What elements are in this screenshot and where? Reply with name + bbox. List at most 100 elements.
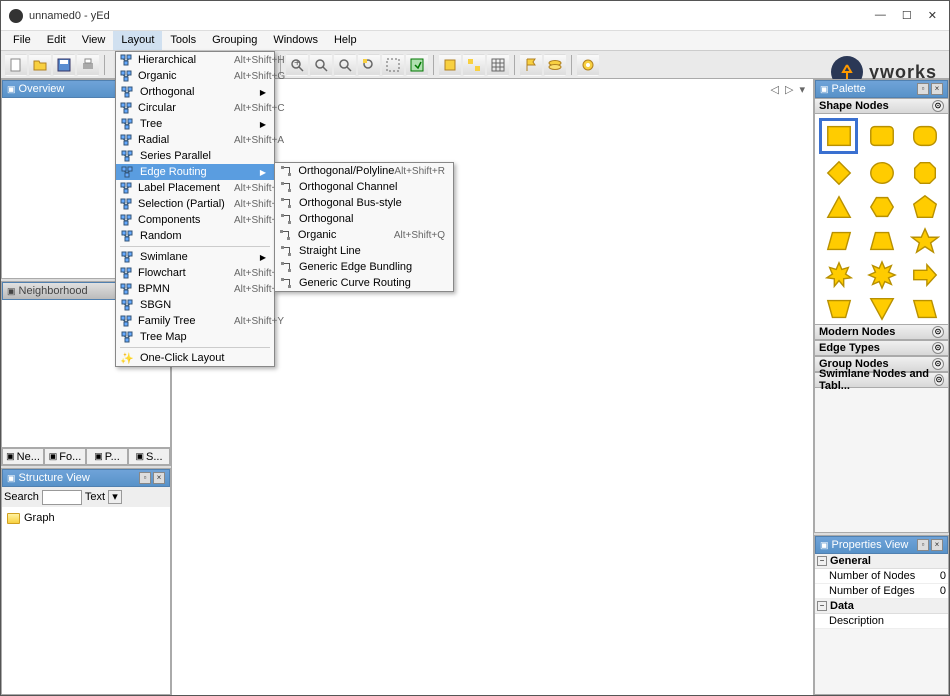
menu-item-tree-map[interactable]: Tree Map (116, 329, 274, 345)
tool-grid[interactable] (487, 54, 509, 76)
shape-roundrect2[interactable] (905, 118, 944, 154)
menu-item-sbgn[interactable]: SBGN (116, 297, 274, 313)
shape-star5[interactable] (905, 226, 944, 256)
palette-section-shape-nodes[interactable]: Shape Nodes⊙ (815, 98, 948, 114)
menu-item-one-click-layout[interactable]: ✨One-Click Layout (116, 350, 274, 366)
tab-s[interactable]: ▣ S... (128, 448, 170, 465)
palette-section-swimlane[interactable]: Swimlane Nodes and Tabl...⊙ (815, 372, 948, 388)
shape-rect[interactable] (819, 118, 858, 154)
zoom-out-button[interactable] (310, 54, 332, 76)
folder-icon (7, 513, 20, 524)
menu-item-label-placement[interactable]: Label PlacementAlt+Shift+L (116, 180, 274, 196)
menu-item-tree[interactable]: Tree▶ (116, 116, 274, 132)
submenu-item-generic-edge-bundling[interactable]: Generic Edge Bundling (275, 259, 453, 275)
menu-item-series-parallel[interactable]: Series Parallel (116, 148, 274, 164)
tool-flag[interactable] (520, 54, 542, 76)
prop-group-data[interactable]: −Data (815, 599, 948, 614)
shape-trapezoid2[interactable] (819, 294, 858, 324)
menu-windows[interactable]: Windows (265, 31, 326, 50)
maximize-button[interactable]: ☐ (902, 9, 912, 22)
palette-section-edges[interactable]: Edge Types⊙ (815, 340, 948, 356)
shape-roundrect[interactable] (862, 118, 901, 154)
new-button[interactable] (5, 54, 27, 76)
tab-ne[interactable]: ▣ Ne... (2, 448, 44, 465)
submenu-item-straight-line[interactable]: Straight Line (275, 243, 453, 259)
menu-view[interactable]: View (74, 31, 114, 50)
canvas-next[interactable]: ▷ (785, 83, 793, 96)
submenu-item-orthogonal-bus-style[interactable]: Orthogonal Bus-style (275, 195, 453, 211)
submenu-item-orthogonal-channel[interactable]: Orthogonal Channel (275, 179, 453, 195)
tab-fo[interactable]: ▣ Fo... (44, 448, 86, 465)
panel-dock-button[interactable]: ▫ (917, 83, 929, 95)
tree-root[interactable]: Graph (6, 511, 166, 525)
menu-item-bpmn[interactable]: BPMNAlt+Shift+B (116, 281, 274, 297)
panel-close-button[interactable]: × (931, 539, 943, 551)
shape-ellipse[interactable] (862, 158, 901, 188)
shape-star6[interactable] (819, 260, 858, 290)
minimize-button[interactable]: — (875, 9, 886, 22)
submenu-item-organic[interactable]: OrganicAlt+Shift+Q (275, 227, 453, 243)
menu-item-flowchart[interactable]: FlowchartAlt+Shift+F (116, 265, 274, 281)
submenu-item-orthogonal[interactable]: Orthogonal (275, 211, 453, 227)
shape-pentagon[interactable] (905, 192, 944, 222)
menu-help[interactable]: Help (326, 31, 365, 50)
shape-parallelogram2[interactable] (905, 294, 944, 324)
collapse-icon[interactable]: − (817, 601, 827, 611)
menu-grouping[interactable]: Grouping (204, 31, 265, 50)
menu-item-random[interactable]: Random (116, 228, 274, 244)
menu-item-selection-partial-[interactable]: Selection (Partial)Alt+Shift+P (116, 196, 274, 212)
prop-group-general[interactable]: −General (815, 554, 948, 569)
tab-p[interactable]: ▣ P... (86, 448, 128, 465)
shape-star8[interactable] (862, 260, 901, 290)
shape-diamond[interactable] (819, 158, 858, 188)
save-button[interactable] (53, 54, 75, 76)
layout-icon (120, 197, 132, 211)
panel-dock-button[interactable]: ▫ (917, 539, 929, 551)
menu-item-organic[interactable]: OrganicAlt+Shift+G (116, 68, 274, 84)
fit-button[interactable] (358, 54, 380, 76)
panel-close-button[interactable]: × (931, 83, 943, 95)
shape-triangle2[interactable] (862, 294, 901, 324)
local-zoom-button[interactable] (406, 54, 428, 76)
menu-item-radial[interactable]: RadialAlt+Shift+A (116, 132, 274, 148)
shape-hexagon[interactable] (862, 192, 901, 222)
zoom-reset-button[interactable] (334, 54, 356, 76)
menu-item-family-tree[interactable]: Family TreeAlt+Shift+Y (116, 313, 274, 329)
menu-file[interactable]: File (5, 31, 39, 50)
shape-triangle[interactable] (819, 192, 858, 222)
search-dropdown[interactable]: ▾ (108, 490, 122, 504)
tool-nodes[interactable] (463, 54, 485, 76)
tool-gear[interactable] (577, 54, 599, 76)
shape-parallelogram[interactable] (819, 226, 858, 256)
shape-octagon[interactable] (905, 158, 944, 188)
submenu-item-orthogonal-polyline[interactable]: Orthogonal/PolylineAlt+Shift+R (275, 163, 453, 179)
menu-item-hierarchical[interactable]: HierarchicalAlt+Shift+H (116, 52, 274, 68)
menu-item-components[interactable]: ComponentsAlt+Shift+M (116, 212, 274, 228)
menu-item-circular[interactable]: CircularAlt+Shift+C (116, 100, 274, 116)
panel-dock-button[interactable]: ▫ (139, 472, 151, 484)
menu-item-orthogonal[interactable]: Orthogonal▶ (116, 84, 274, 100)
palette-section-modern[interactable]: Modern Nodes⊙ (815, 324, 948, 340)
print-button[interactable] (77, 54, 99, 76)
submenu-item-generic-curve-routing[interactable]: Generic Curve Routing (275, 275, 453, 291)
search-input[interactable] (42, 490, 82, 505)
panel-close-button[interactable]: × (153, 472, 165, 484)
zoom-selection-button[interactable] (382, 54, 404, 76)
zoom-in-button[interactable]: + (286, 54, 308, 76)
layout-icon (120, 266, 132, 280)
shape-fatarrow[interactable] (905, 260, 944, 290)
menu-edit[interactable]: Edit (39, 31, 74, 50)
layout-icon (120, 298, 134, 312)
canvas-menu[interactable]: ▾ (799, 83, 805, 96)
collapse-icon[interactable]: − (817, 556, 827, 566)
tool-layers[interactable] (544, 54, 566, 76)
open-button[interactable] (29, 54, 51, 76)
menu-tools[interactable]: Tools (162, 31, 204, 50)
close-button[interactable]: ✕ (928, 9, 937, 22)
menu-item-edge-routing[interactable]: Edge Routing▶ (116, 164, 274, 180)
menu-item-swimlane[interactable]: Swimlane▶ (116, 249, 274, 265)
menu-layout[interactable]: Layout (113, 31, 162, 50)
canvas-prev[interactable]: ◁ (771, 83, 779, 96)
tool-select[interactable] (439, 54, 461, 76)
shape-trapezoid[interactable] (862, 226, 901, 256)
